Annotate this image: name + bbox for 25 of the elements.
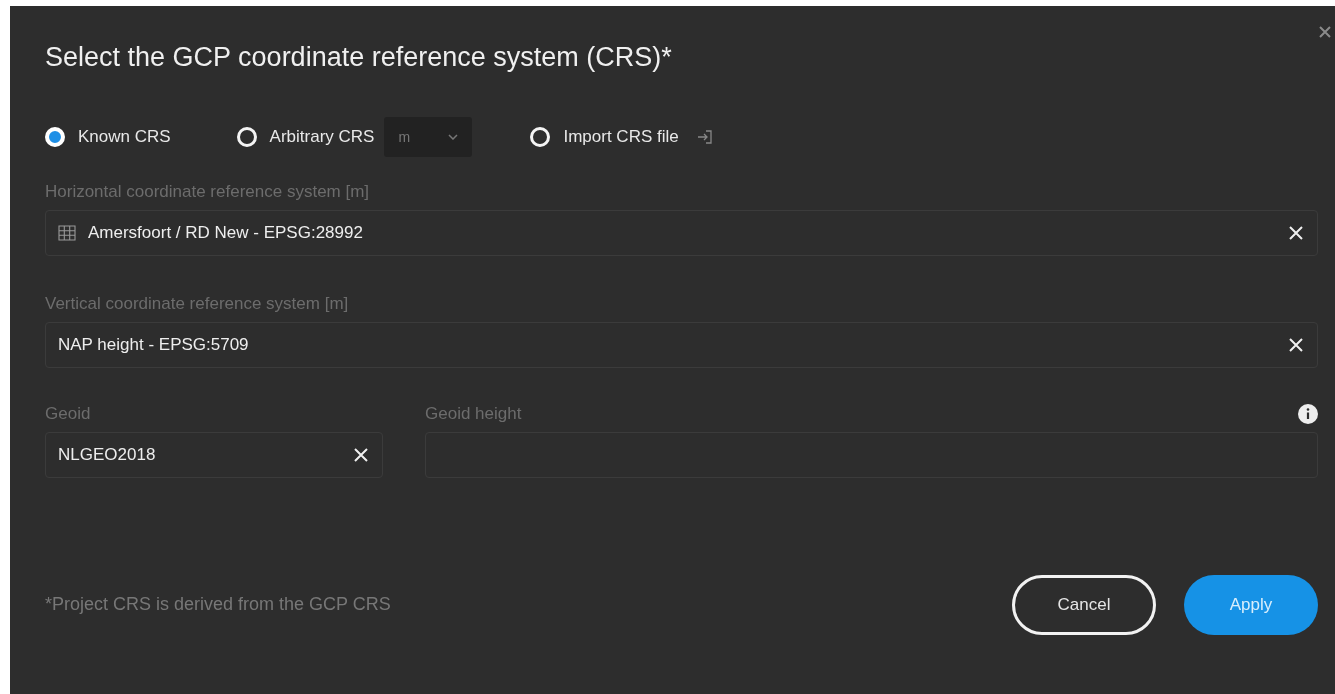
dialog-title: Select the GCP coordinate reference system (CRS)* bbox=[45, 42, 673, 73]
geoid-field[interactable]: NLGEO2018 bbox=[45, 432, 383, 478]
field-label: Horizontal coordinate reference system [m] bbox=[45, 182, 371, 202]
clear-icon[interactable] bbox=[1289, 338, 1303, 352]
crs-field[interactable]: NAP height - EPSG:5709 bbox=[45, 322, 1318, 368]
field-label: Geoid height bbox=[425, 404, 522, 424]
field-label: Geoid bbox=[45, 404, 91, 424]
crs-field[interactable]: Amersfoort / RD New - EPSG:28992 bbox=[45, 210, 1318, 256]
grid-icon bbox=[58, 225, 76, 241]
close-icon[interactable] bbox=[1319, 26, 1331, 38]
unit-select[interactable]: m bbox=[384, 117, 473, 157]
field-value: Amersfoort / RD New - EPSG:28992 bbox=[88, 223, 364, 243]
field-label: Vertical coordinate reference system [m] bbox=[45, 294, 350, 314]
info-icon[interactable] bbox=[1298, 404, 1318, 424]
radio-option[interactable]: Arbitrary CRS bbox=[236, 127, 375, 147]
chevron-down-icon bbox=[448, 134, 459, 140]
radio-option[interactable]: Import CRS file bbox=[530, 127, 679, 147]
footnote: *Project CRS is derived from the GCP CRS bbox=[45, 594, 391, 615]
import-icon[interactable] bbox=[696, 129, 713, 145]
radio-option[interactable]: Known CRS bbox=[45, 127, 171, 147]
cancel-button[interactable]: Cancel bbox=[1012, 575, 1156, 635]
clear-icon[interactable] bbox=[354, 448, 368, 462]
clear-icon[interactable] bbox=[1289, 226, 1303, 240]
field-value: NAP height - EPSG:5709 bbox=[58, 335, 250, 355]
field-value: NLGEO2018 bbox=[58, 445, 157, 465]
